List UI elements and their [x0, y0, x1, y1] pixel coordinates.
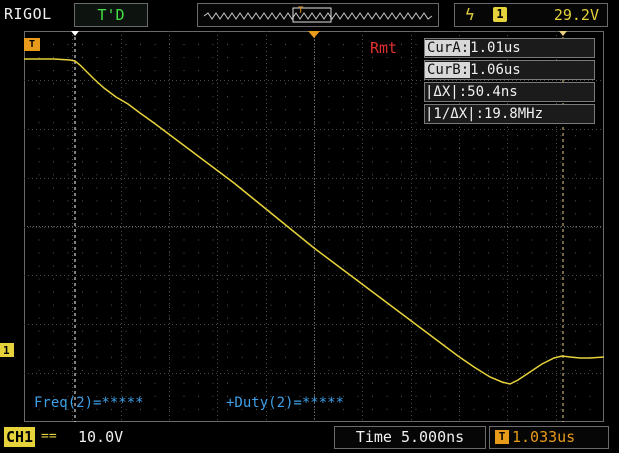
duty-cycle-measurement: +Duty(2)=***** [226, 395, 345, 411]
trigger-status: T'D [74, 3, 148, 27]
dc-coupling-icon: == [41, 429, 57, 444]
memory-overview-trace [203, 12, 433, 20]
trigger-source-badge: 1 [493, 7, 507, 22]
trigger-offset-icon: T [495, 430, 509, 444]
cursor-a-value: 1.01us [470, 40, 521, 56]
time-per-div-value[interactable]: Time 5.000ns [334, 426, 486, 449]
trigger-level-value: 29.2V [553, 6, 599, 24]
inverse-delta-x-readout: |1/ΔX|:19.8MHz [424, 104, 595, 124]
remote-indicator: Rmt [370, 39, 398, 57]
volts-per-div-value: 10.0V [78, 428, 124, 446]
cursor-b-readout[interactable]: CurB:1.06us [424, 60, 595, 80]
trigger-level-flag[interactable]: T [24, 38, 40, 51]
frequency-measurement: Freq(2)=***** [34, 395, 144, 411]
cursor-a-key: CurA: [425, 40, 471, 56]
trigger-info-panel[interactable]: ϟ 1 29.2V [454, 3, 608, 27]
horizontal-offset-panel[interactable]: T 1.033us [489, 426, 609, 449]
cursor-b-value: 1.06us [470, 62, 521, 78]
horizontal-offset-value: 1.033us [512, 428, 576, 446]
memory-trigger-marker: T [298, 6, 304, 16]
delta-x-readout: |ΔX|:50.4ns [424, 82, 595, 102]
cursor-a-readout[interactable]: CurA:1.01us [424, 38, 595, 58]
cursor-b-key: CurB: [425, 62, 471, 78]
left-markers: 1 [0, 343, 14, 357]
channel-1-ground-label: 1 [3, 344, 10, 357]
memory-waveform-overview: T [203, 6, 433, 23]
rising-edge-icon: ϟ [465, 5, 475, 24]
memory-timebase-indicator: T [197, 3, 439, 27]
channel-1-label: CH1 [4, 427, 36, 447]
